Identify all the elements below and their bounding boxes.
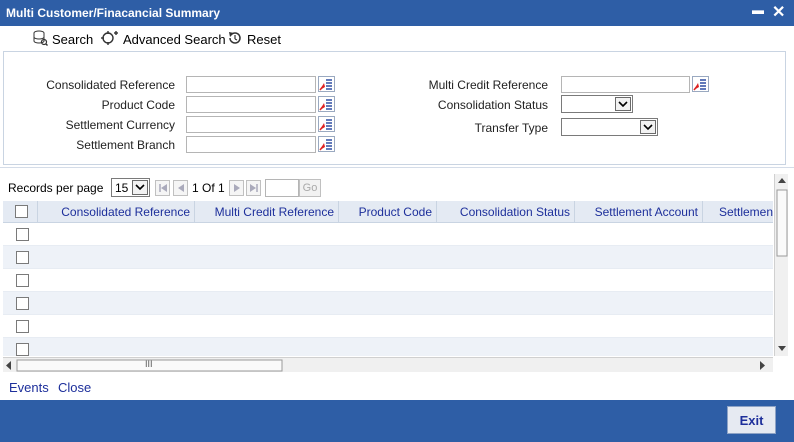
- next-page-icon: [233, 184, 240, 192]
- multi-credit-reference-label: Multi Credit Reference: [428, 78, 548, 92]
- page-status-text: 1 Of 1: [192, 181, 225, 195]
- product-code-lov-button[interactable]: [318, 96, 335, 112]
- row-checkbox[interactable]: [16, 274, 29, 287]
- vertical-scroll-thumb: [776, 189, 788, 257]
- settlement-branch-lov-button[interactable]: [318, 136, 335, 152]
- scroll-up-icon: [778, 178, 786, 183]
- search-button[interactable]: Search: [32, 30, 93, 48]
- scroll-down-icon: [778, 346, 786, 351]
- first-page-icon: [158, 184, 167, 192]
- go-button[interactable]: Go: [299, 179, 321, 197]
- table-row[interactable]: [3, 223, 773, 246]
- consolidated-reference-lov-button[interactable]: [318, 76, 335, 92]
- table-row[interactable]: [3, 269, 773, 292]
- list-of-values-icon: [319, 99, 332, 111]
- records-per-page-select[interactable]: 15: [111, 178, 150, 197]
- multi-credit-reference-lov-button[interactable]: [692, 76, 709, 92]
- reset-button[interactable]: Reset: [227, 30, 281, 48]
- bottom-action-bar: [0, 400, 794, 442]
- transfer-type-label: Transfer Type: [474, 121, 548, 135]
- advanced-search-icon: [101, 30, 123, 49]
- column-header-consolidation-status[interactable]: Consolidation Status: [437, 201, 575, 223]
- chevron-down-icon: [132, 180, 148, 195]
- grid-header-row: Consolidated Reference Multi Credit Refe…: [3, 201, 773, 223]
- vertical-scrollbar[interactable]: [774, 174, 788, 356]
- pagination-bar: Records per page 15 1 Of 1 Go: [3, 178, 773, 198]
- database-search-icon: [32, 30, 52, 49]
- exit-button[interactable]: Exit: [727, 406, 776, 434]
- column-header-consolidated-reference[interactable]: Consolidated Reference: [38, 201, 195, 223]
- last-page-button[interactable]: [246, 180, 261, 196]
- records-per-page-value: 15: [115, 181, 129, 195]
- chevron-down-icon: [640, 120, 656, 134]
- goto-page-input[interactable]: [265, 179, 299, 197]
- row-checkbox[interactable]: [16, 228, 29, 241]
- scroll-right-icon: [760, 361, 765, 370]
- toolbar: Search Advanced Search Reset: [0, 26, 794, 50]
- multi-credit-reference-input[interactable]: [561, 76, 690, 93]
- column-header-product-code[interactable]: Product Code: [339, 201, 437, 223]
- chevron-down-icon: [615, 97, 631, 111]
- settlement-branch-label: Settlement Branch: [76, 138, 175, 152]
- table-row[interactable]: [3, 315, 773, 338]
- table-row[interactable]: [3, 246, 773, 269]
- table-row[interactable]: [3, 338, 773, 356]
- column-header-settlement-truncated[interactable]: Settlemen: [703, 201, 773, 223]
- column-header-settlement-account[interactable]: Settlement Account: [575, 201, 703, 223]
- scroll-left-icon: [6, 361, 11, 370]
- row-checkbox[interactable]: [16, 297, 29, 310]
- consolidated-reference-input[interactable]: [186, 76, 316, 93]
- settlement-currency-lov-button[interactable]: [318, 116, 335, 132]
- events-link[interactable]: Events: [9, 380, 49, 395]
- row-checkbox[interactable]: [16, 320, 29, 333]
- consolidation-status-label: Consolidation Status: [437, 98, 548, 112]
- window-title-bar: Multi Customer/Finacancial Summary ▬ ✕: [0, 0, 794, 26]
- close-link[interactable]: Close: [58, 380, 91, 395]
- list-of-values-icon: [693, 79, 706, 91]
- reset-icon: [227, 30, 247, 49]
- next-page-button[interactable]: [229, 180, 244, 196]
- row-checkbox[interactable]: [16, 343, 29, 356]
- settlement-currency-label: Settlement Currency: [65, 118, 175, 132]
- previous-page-button[interactable]: [173, 180, 188, 196]
- reset-button-label: Reset: [247, 31, 281, 47]
- consolidation-status-select[interactable]: [561, 95, 633, 113]
- list-of-values-icon: [319, 139, 332, 151]
- last-page-icon: [249, 184, 258, 192]
- settlement-currency-input[interactable]: [186, 116, 316, 133]
- section-divider: [0, 167, 794, 168]
- table-row[interactable]: [3, 292, 773, 315]
- close-window-button[interactable]: ✕: [772, 2, 785, 22]
- advanced-search-button-label: Advanced Search: [123, 31, 226, 47]
- results-grid: Consolidated Reference Multi Credit Refe…: [3, 201, 773, 356]
- row-checkbox[interactable]: [16, 251, 29, 264]
- minimize-button[interactable]: ▬: [752, 3, 764, 17]
- list-of-values-icon: [319, 119, 332, 131]
- advanced-search-button[interactable]: Advanced Search: [101, 30, 226, 48]
- first-page-button[interactable]: [155, 180, 170, 196]
- horizontal-scrollbar[interactable]: III: [3, 357, 773, 372]
- window-title: Multi Customer/Finacancial Summary: [6, 6, 221, 20]
- consolidated-reference-label: Consolidated Reference: [46, 78, 175, 92]
- select-all-checkbox[interactable]: [15, 205, 28, 218]
- search-button-label: Search: [52, 31, 94, 47]
- product-code-input[interactable]: [186, 96, 316, 113]
- product-code-label: Product Code: [101, 98, 175, 112]
- previous-page-icon: [177, 184, 184, 192]
- select-all-cell: [3, 201, 38, 223]
- scroll-grip: III: [145, 359, 153, 369]
- footer-links-bar: Events Close: [0, 376, 794, 400]
- column-header-multi-credit-reference[interactable]: Multi Credit Reference: [195, 201, 339, 223]
- search-criteria-panel: Consolidated Reference Product Code Sett…: [3, 51, 786, 165]
- records-per-page-label: Records per page: [8, 181, 104, 195]
- settlement-branch-input[interactable]: [186, 136, 316, 153]
- results-panel: Records per page 15 1 Of 1 Go Consolidat…: [3, 174, 790, 374]
- list-of-values-icon: [319, 79, 332, 91]
- transfer-type-select[interactable]: [561, 118, 658, 136]
